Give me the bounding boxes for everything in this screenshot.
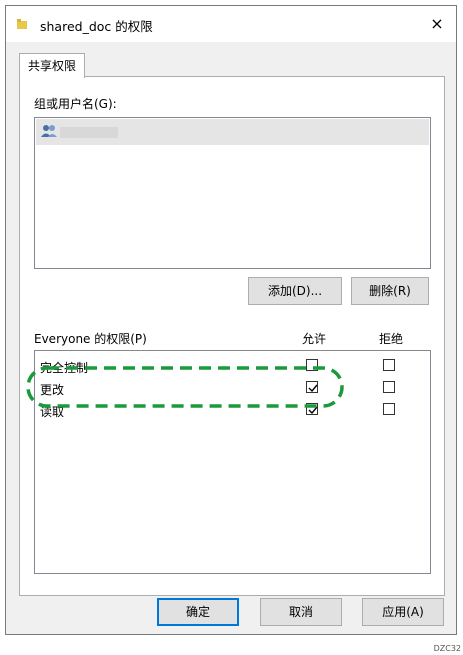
add-button[interactable]: 添加(D)... bbox=[248, 277, 342, 305]
title-bar: shared_doc 的权限 × bbox=[6, 6, 456, 42]
permission-row-read: 读取 bbox=[35, 399, 430, 421]
cancel-button[interactable]: 取消 bbox=[260, 598, 342, 626]
permissions-dialog: shared_doc 的权限 × 共享权限 组或用户名(G): 添加(D)...… bbox=[5, 5, 457, 635]
permission-row-change: 更改 bbox=[35, 377, 430, 399]
close-button[interactable]: × bbox=[424, 12, 450, 36]
users-listbox[interactable] bbox=[34, 117, 431, 269]
allow-checkbox[interactable] bbox=[306, 403, 318, 415]
deny-column-header: 拒绝 bbox=[379, 332, 404, 346]
deny-checkbox[interactable] bbox=[383, 403, 395, 415]
apply-button[interactable]: 应用(A) bbox=[362, 598, 444, 626]
permissions-list: 完全控制 更改 读取 bbox=[34, 350, 431, 574]
user-name bbox=[60, 127, 118, 138]
users-icon bbox=[41, 125, 57, 137]
permissions-label: Everyone 的权限(P) bbox=[34, 332, 147, 346]
allow-checkbox[interactable] bbox=[306, 359, 318, 371]
permission-name: 读取 bbox=[40, 405, 65, 419]
folder-icon bbox=[17, 19, 27, 29]
deny-checkbox[interactable] bbox=[383, 359, 395, 371]
remove-button[interactable]: 删除(R) bbox=[351, 277, 429, 305]
figure-code: DZC32 bbox=[433, 644, 461, 653]
groups-label: 组或用户名(G): bbox=[34, 97, 117, 111]
permission-name: 更改 bbox=[40, 383, 65, 397]
window-title: shared_doc 的权限 bbox=[40, 19, 153, 34]
check-icon bbox=[308, 384, 318, 393]
deny-checkbox[interactable] bbox=[383, 381, 395, 393]
tab-share-permissions[interactable]: 共享权限 bbox=[19, 53, 86, 78]
tab-panel: 组或用户名(G): 添加(D)... 删除(R) Everyone 的权限(P)… bbox=[19, 76, 445, 596]
ok-button[interactable]: 确定 bbox=[157, 598, 239, 626]
allow-checkbox[interactable] bbox=[306, 381, 318, 393]
permission-row-full-control: 完全控制 bbox=[35, 355, 430, 377]
check-icon bbox=[308, 406, 318, 415]
permission-name: 完全控制 bbox=[40, 361, 89, 375]
allow-column-header: 允许 bbox=[302, 332, 327, 346]
list-item[interactable] bbox=[36, 119, 429, 145]
